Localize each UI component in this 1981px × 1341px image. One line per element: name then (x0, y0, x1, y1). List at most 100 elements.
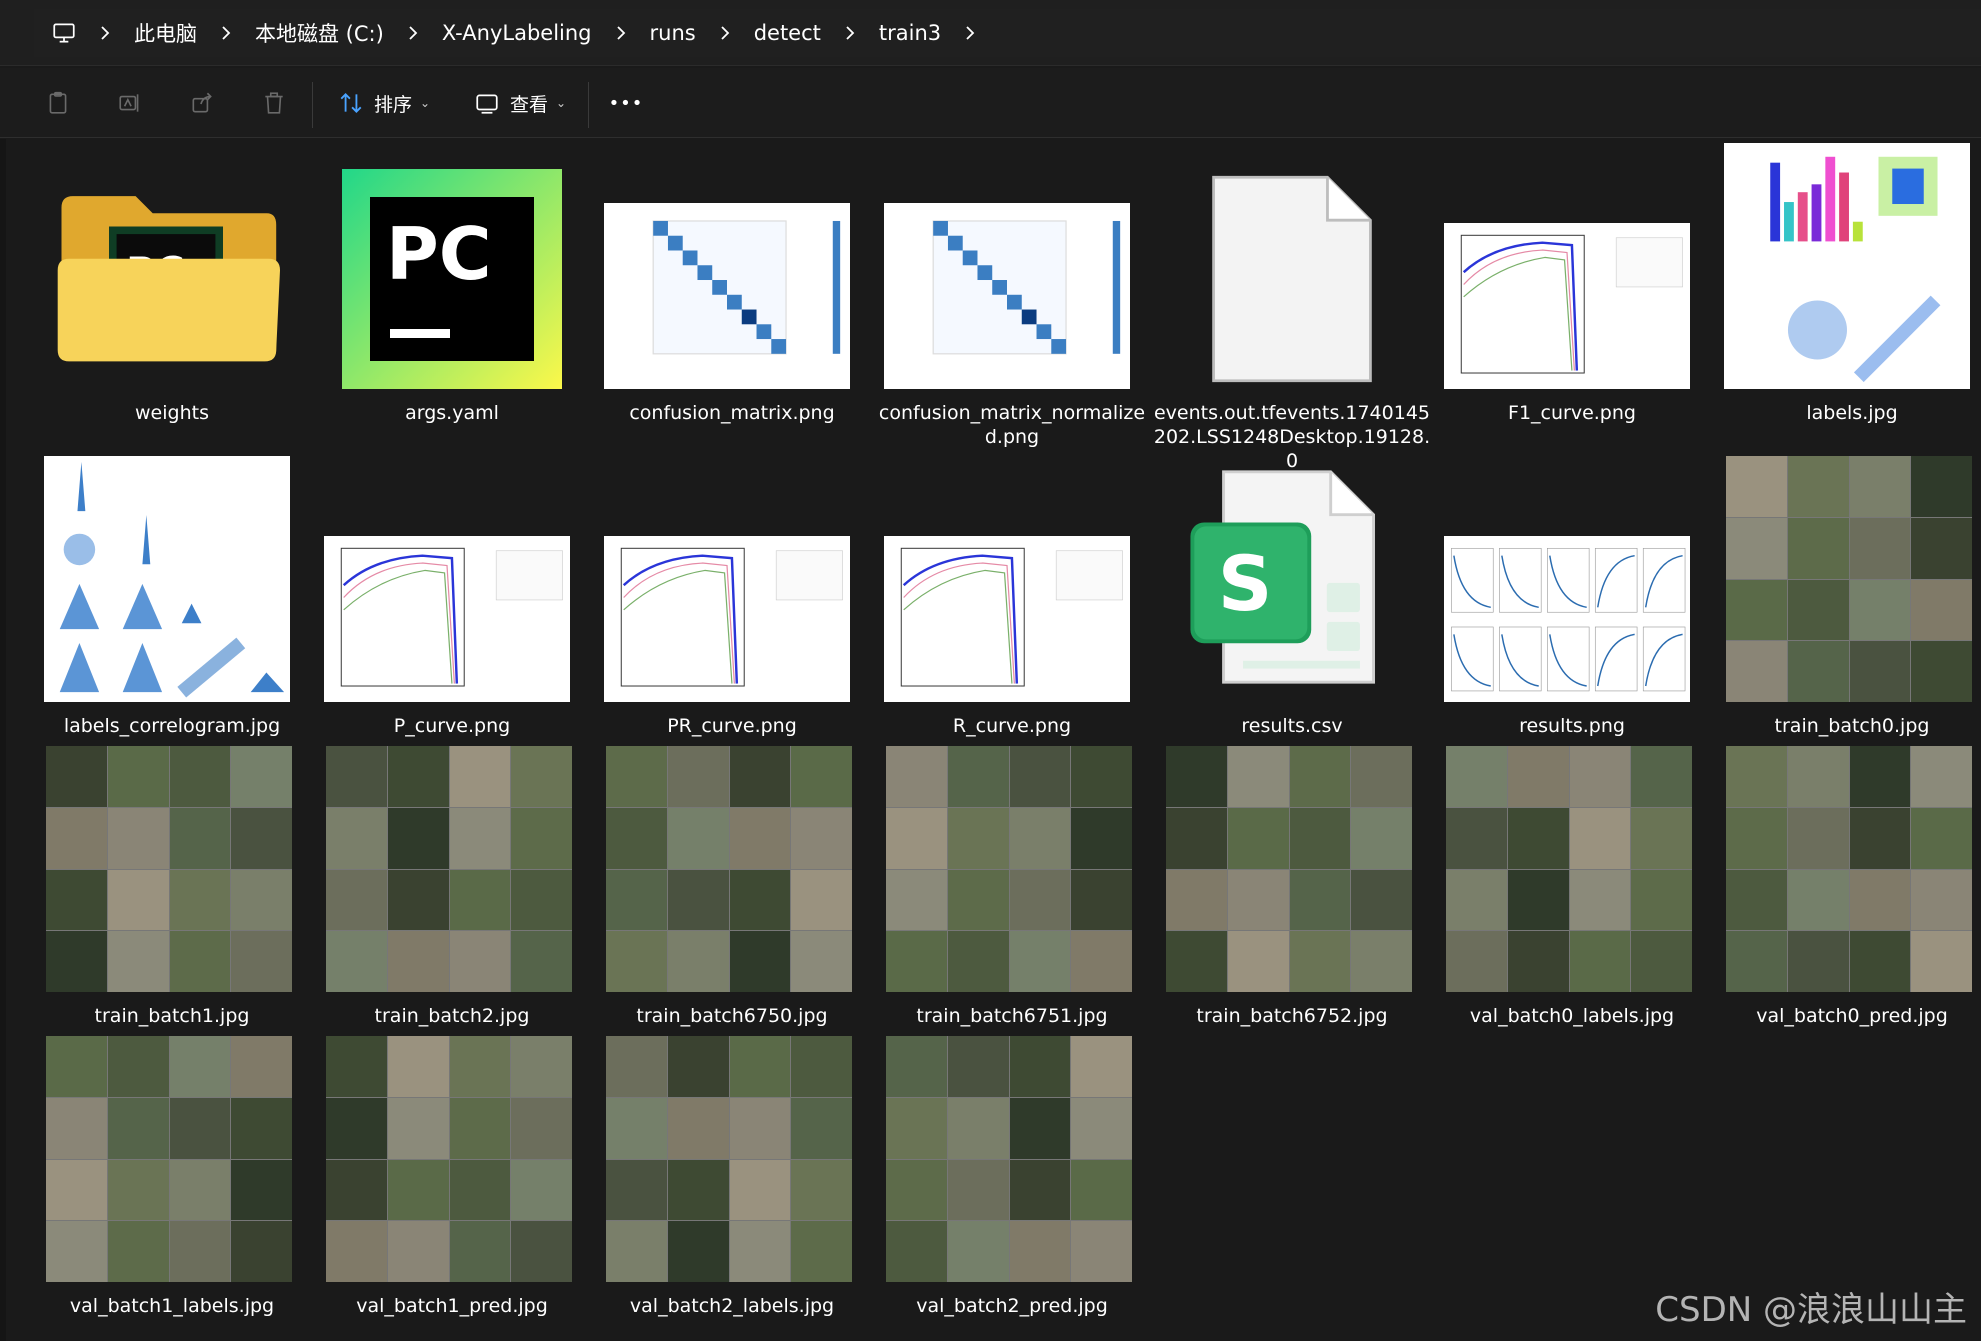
breadcrumb-item-detect[interactable]: detect (746, 21, 829, 45)
thumbnail-tile (169, 1221, 231, 1282)
thumbnail-tile (449, 807, 511, 869)
chevron-right-icon[interactable] (829, 24, 871, 42)
thumbnail-tile (1911, 746, 1972, 807)
file-item[interactable]: R_curve.png (882, 452, 1142, 742)
thumbnail-tile (326, 931, 387, 992)
file-thumbnail (1442, 742, 1702, 992)
image-thumbnail (1446, 746, 1692, 992)
file-item[interactable]: val_batch1_pred.jpg (322, 1032, 582, 1322)
file-thumbnail (42, 1032, 302, 1282)
thumbnail-tile (1911, 641, 1972, 702)
more-options-button[interactable]: ••• (606, 82, 646, 124)
thumbnail-tile (231, 746, 292, 807)
file-item[interactable]: confusion_matrix_normalized.png (879, 139, 1145, 448)
sort-button[interactable]: 排序 ⌄ (334, 82, 434, 124)
file-item[interactable]: labels.jpg (1722, 139, 1981, 429)
thumbnail-tile (326, 1159, 387, 1221)
toolbar-divider (588, 82, 589, 128)
file-item[interactable]: train_batch0.jpg (1722, 452, 1981, 742)
thumbnail-tile (947, 807, 1009, 869)
curve-thumbnail (604, 536, 850, 702)
results-thumbnail (1444, 536, 1690, 702)
chevron-right-icon[interactable] (84, 24, 126, 42)
view-label: 查看 (509, 93, 548, 116)
file-item[interactable]: val_batch2_labels.jpg (602, 1032, 862, 1322)
file-item[interactable]: train_batch6752.jpg (1162, 742, 1422, 1032)
thumbnail-tile (729, 869, 791, 931)
share-button[interactable] (184, 82, 220, 124)
file-item[interactable]: P_curve.png (322, 452, 582, 742)
thumbnail-tile (46, 746, 107, 807)
file-item[interactable]: val_batch1_labels.jpg (42, 1032, 302, 1322)
folder-icon: PC (57, 196, 281, 362)
thumbnail-tile (107, 746, 169, 807)
file-item[interactable]: F1_curve.png (1442, 139, 1702, 429)
file-thumbnail (1162, 139, 1422, 389)
delete-button[interactable] (256, 82, 292, 124)
thumbnail-tile (1351, 807, 1412, 869)
file-item[interactable]: val_batch2_pred.jpg (882, 1032, 1142, 1322)
file-item[interactable]: PC weights (42, 139, 302, 429)
chevron-right-icon[interactable] (205, 24, 247, 42)
file-item[interactable]: PC args.yaml (322, 139, 582, 429)
chevron-right-icon[interactable] (949, 24, 991, 42)
clipboard-icon (49, 91, 67, 114)
file-item[interactable]: PR_curve.png (602, 452, 862, 742)
thumbnail-tile (1911, 579, 1972, 641)
thumbnail-tile (1787, 456, 1849, 517)
thumbnail-tile (1787, 579, 1849, 641)
file-item[interactable]: results.png (1442, 452, 1702, 742)
thumbnail-tile (947, 746, 1009, 807)
thumbnail-tile (1009, 807, 1071, 869)
breadcrumb-item-local-disk[interactable]: 本地磁盘 (C:) (247, 18, 392, 48)
thumbnail-tile (1726, 456, 1787, 517)
thumbnail-tile (729, 807, 791, 869)
thumbnail-tile (729, 1159, 791, 1221)
thumbnail-tile (791, 869, 852, 931)
file-name: confusion_matrix_normalized.png (878, 402, 1146, 448)
breadcrumb-item-this-pc[interactable]: 此电脑 (126, 18, 205, 48)
breadcrumb-item-x-anylabeling[interactable]: X-AnyLabeling (434, 21, 600, 45)
thumbnail-tile (1849, 931, 1911, 992)
view-button[interactable]: 查看 ⌄ (470, 82, 570, 124)
file-item[interactable]: val_batch0_pred.jpg (1722, 742, 1981, 1032)
file-item[interactable]: train_batch6750.jpg (602, 742, 862, 1032)
thumbnail-tile (1849, 517, 1911, 579)
file-item[interactable]: val_batch0_labels.jpg (1442, 742, 1702, 1032)
thumbnail-tile (1726, 746, 1787, 807)
file-item[interactable]: confusion_matrix.png (602, 139, 862, 429)
thumbnail-tile (729, 1097, 791, 1159)
thumbnail-tile (1071, 1221, 1132, 1282)
file-item[interactable]: S results.csv (1162, 452, 1422, 742)
thumbnail-tile (1787, 869, 1849, 931)
thumbnail-tile (667, 746, 729, 807)
file-name: F1_curve.png (1508, 402, 1636, 424)
paste-button[interactable] (40, 82, 76, 124)
file-item[interactable]: events.out.tfevents.1740145202.LSS1248De… (1154, 139, 1430, 472)
chevron-right-icon[interactable] (392, 24, 434, 42)
thumbnail-tile (449, 931, 511, 992)
chevron-right-icon[interactable] (704, 24, 746, 42)
breadcrumb-item-train3[interactable]: train3 (871, 21, 949, 45)
thumbnail-tile (1071, 807, 1132, 869)
thumbnail-tile (1507, 931, 1569, 992)
file-item[interactable]: train_batch6751.jpg (882, 742, 1142, 1032)
this-pc-icon[interactable] (44, 13, 84, 53)
file-item[interactable]: labels_correlogram.jpg (42, 452, 302, 742)
thumbnail-tile (1631, 807, 1692, 869)
thumbnail-tile (729, 1221, 791, 1282)
breadcrumb[interactable]: 此电脑 本地磁盘 (C:) X-AnyLabeling runs detect … (34, 9, 1981, 57)
thumbnail-tile (1351, 869, 1412, 931)
breadcrumb-item-runs[interactable]: runs (642, 21, 704, 45)
image-thumbnail (886, 1036, 1132, 1282)
thumbnail-tile (1009, 1097, 1071, 1159)
file-name: train_batch6752.jpg (1196, 1005, 1388, 1027)
file-item[interactable]: train_batch1.jpg (42, 742, 302, 1032)
trash-icon (265, 92, 283, 114)
rename-button[interactable] (112, 82, 148, 124)
file-item[interactable]: train_batch2.jpg (322, 742, 582, 1032)
thumbnail-tile (511, 1036, 572, 1097)
file-thumbnail (602, 452, 862, 702)
thumbnail-tile (231, 1221, 292, 1282)
chevron-right-icon[interactable] (600, 24, 642, 42)
